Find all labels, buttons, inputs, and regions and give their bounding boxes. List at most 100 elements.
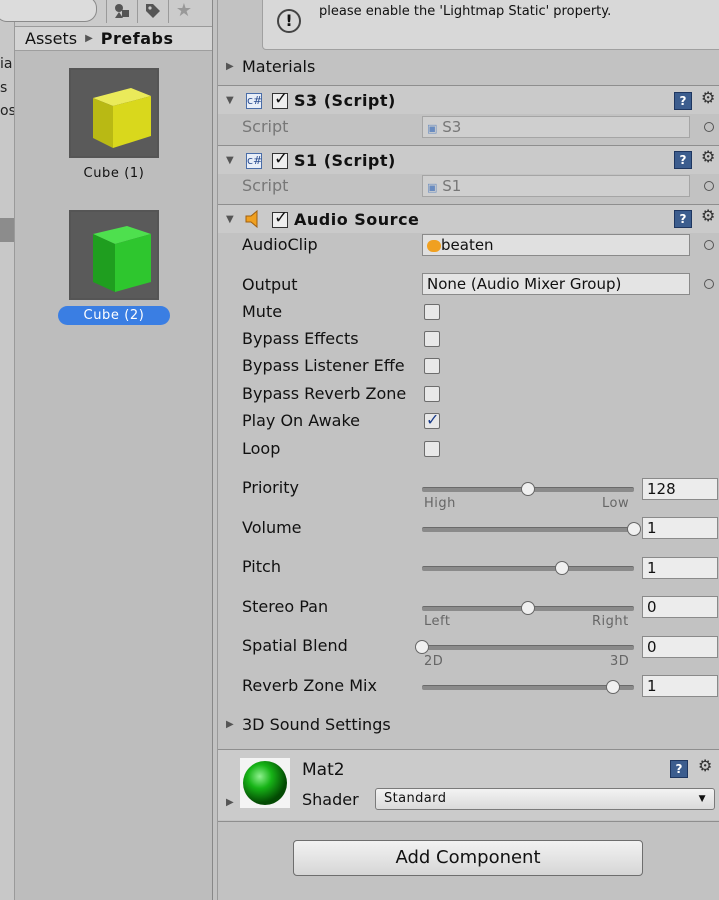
script-label: Script	[242, 176, 289, 195]
bypass-reverb-zones-label: Bypass Reverb Zone	[242, 384, 407, 403]
object-picker-icon[interactable]	[704, 279, 714, 289]
foldout-arrow-icon[interactable]: ▶	[226, 719, 234, 730]
asset-cube-1[interactable]: Cube (1)	[59, 68, 169, 181]
audioclip-field[interactable]: beaten	[422, 234, 690, 256]
s3-script-value: S3	[442, 118, 462, 136]
s3-component-title: S3 (Script)	[294, 91, 396, 110]
stereo-pan-input[interactable]: 0	[642, 596, 718, 618]
stereo-pan-slider-thumb[interactable]	[521, 601, 535, 615]
bypass-reverb-zones-checkbox[interactable]	[424, 386, 440, 402]
loop-label: Loop	[242, 439, 281, 458]
hierarchy-panel-edge: ia s os	[0, 0, 15, 900]
spatial-blend-slider-track[interactable]	[422, 645, 634, 650]
help-book-icon[interactable]: ?	[674, 151, 692, 169]
add-component-button[interactable]: Add Component	[293, 840, 643, 876]
stereo-pan-min-label: Left	[424, 614, 451, 629]
bypass-listener-effects-checkbox[interactable]	[424, 358, 440, 374]
gear-icon[interactable]: ⚙	[701, 147, 715, 166]
s1-script-value: S1	[442, 177, 462, 195]
mute-label: Mute	[242, 302, 283, 321]
hierarchy-item[interactable]: ia	[0, 56, 12, 72]
audio-source-title: Audio Source	[294, 210, 420, 229]
volume-slider-track[interactable]	[422, 527, 634, 532]
object-picker-icon[interactable]	[704, 240, 714, 250]
s1-script-field: ▣ S1	[422, 175, 690, 197]
s1-component-title: S1 (Script)	[294, 151, 396, 170]
asset-cube-2[interactable]: Cube (2)	[58, 210, 170, 325]
breadcrumb-assets[interactable]: Assets	[25, 29, 77, 48]
pitch-input[interactable]: 1	[642, 557, 718, 579]
inspector-panel: ! To enable generation of lightmaps for …	[217, 0, 719, 900]
foldout-expanded-icon[interactable]: ▼	[226, 95, 234, 106]
pitch-label: Pitch	[242, 557, 281, 576]
gear-icon[interactable]: ⚙	[701, 88, 715, 107]
script-label: Script	[242, 117, 289, 136]
spatial-blend-label: Spatial Blend	[242, 636, 348, 655]
help-book-icon[interactable]: ?	[674, 210, 692, 228]
3d-sound-settings-foldout[interactable]: 3D Sound Settings	[242, 715, 391, 734]
bypass-effects-checkbox[interactable]	[424, 331, 440, 347]
filter-by-label-button[interactable]	[137, 0, 168, 23]
s3-enabled-checkbox[interactable]	[272, 89, 288, 109]
hierarchy-selection	[0, 218, 14, 242]
priority-input[interactable]: 128	[642, 478, 718, 500]
shapes-icon	[115, 3, 129, 18]
hierarchy-item[interactable]: s	[0, 80, 7, 96]
stereo-pan-label: Stereo Pan	[242, 597, 329, 616]
help-book-icon[interactable]: ?	[670, 760, 688, 778]
filter-by-type-button[interactable]	[106, 0, 137, 23]
material-name: Mat2	[302, 760, 345, 780]
cube-thumbnail	[69, 68, 159, 158]
audio-clip-icon	[427, 239, 441, 252]
loop-checkbox[interactable]	[424, 441, 440, 457]
script-file-icon: ▣	[427, 122, 438, 135]
yellow-cube-icon	[93, 88, 151, 148]
foldout-arrow-icon[interactable]: ▶	[226, 61, 234, 72]
shader-dropdown[interactable]: Standard ▼	[375, 788, 715, 810]
pitch-slider-thumb[interactable]	[554, 561, 569, 575]
gear-icon[interactable]: ⚙	[698, 756, 712, 775]
tag-icon	[146, 3, 160, 18]
help-book-icon[interactable]: ?	[674, 92, 692, 110]
s1-enabled-checkbox[interactable]	[272, 149, 288, 169]
foldout-arrow-icon[interactable]: ▶	[226, 797, 234, 808]
spatial-blend-slider-thumb[interactable]	[415, 640, 429, 654]
mute-checkbox[interactable]	[424, 304, 440, 320]
audioclip-label: AudioClip	[242, 235, 318, 254]
play-on-awake-checkbox[interactable]	[424, 410, 440, 429]
shader-label: Shader	[302, 790, 359, 809]
reverb-zone-mix-input[interactable]: 1	[642, 675, 718, 697]
object-picker-icon[interactable]	[704, 181, 714, 191]
bypass-listener-effects-label: Bypass Listener Effe	[242, 356, 405, 375]
search-input[interactable]	[0, 0, 97, 22]
materials-foldout[interactable]: Materials	[242, 57, 315, 76]
foldout-expanded-icon[interactable]: ▼	[226, 155, 234, 166]
audio-source-enabled-checkbox[interactable]	[272, 208, 288, 228]
output-field[interactable]: None (Audio Mixer Group)	[422, 273, 690, 295]
volume-label: Volume	[242, 518, 302, 537]
reverb-zone-mix-slider-track[interactable]	[422, 685, 634, 690]
chevron-right-icon: ▶	[85, 33, 93, 44]
gear-icon[interactable]: ⚙	[701, 206, 715, 225]
pitch-slider-track[interactable]	[422, 566, 634, 571]
priority-slider-thumb[interactable]	[521, 482, 535, 496]
play-on-awake-label: Play On Awake	[242, 411, 360, 430]
volume-input[interactable]: 1	[642, 517, 718, 539]
help-message: To enable generation of lightmaps for th…	[319, 0, 697, 19]
object-picker-icon[interactable]	[704, 122, 714, 132]
priority-label: Priority	[242, 478, 299, 497]
csharp-script-icon: c#	[246, 153, 263, 169]
asset-label: Cube (1)	[83, 166, 145, 181]
shader-value: Standard	[384, 791, 447, 806]
foldout-expanded-icon[interactable]: ▼	[226, 214, 234, 225]
volume-slider-thumb[interactable]	[627, 522, 641, 536]
project-toolbar: ★	[0, 0, 212, 27]
spatial-blend-input[interactable]: 0	[642, 636, 718, 658]
script-file-icon: ▣	[427, 181, 438, 194]
hierarchy-item[interactable]: os	[0, 103, 14, 119]
audioclip-value: beaten	[441, 236, 494, 254]
breadcrumb-prefabs[interactable]: Prefabs	[101, 29, 174, 48]
reverb-zone-mix-slider-thumb[interactable]	[605, 680, 620, 694]
s3-script-field: ▣ S3	[422, 116, 690, 138]
favorites-button[interactable]: ★	[168, 0, 199, 23]
